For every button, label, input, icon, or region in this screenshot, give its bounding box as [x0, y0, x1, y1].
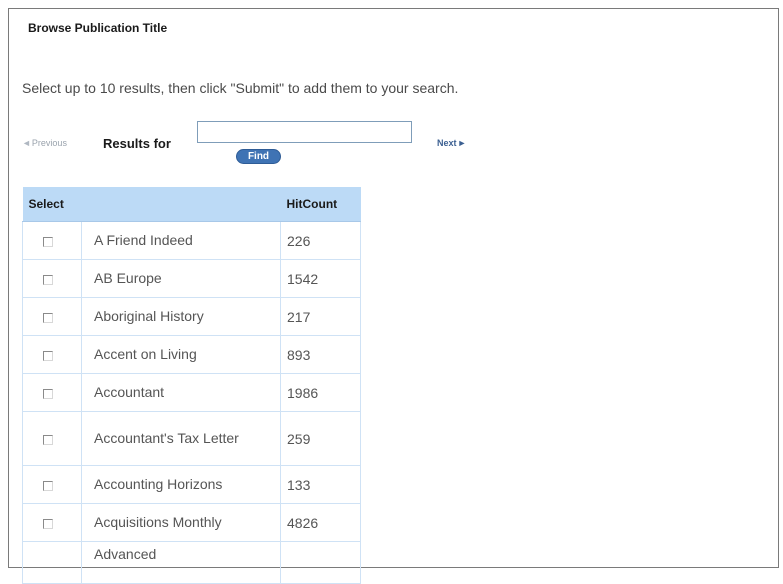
hitcount-cell: 4826 [280, 503, 361, 542]
table-row: Accountant's Tax Letter 259 [22, 411, 361, 466]
title-cell: Accountant's Tax Letter [81, 411, 281, 466]
arrow-right-icon: ► [457, 138, 467, 148]
find-button[interactable]: Find [236, 149, 281, 164]
select-cell [22, 259, 82, 298]
table-row: Advanced [22, 541, 361, 584]
header-hitcount: HitCount [280, 187, 361, 222]
table-row: AB Europe 1542 [22, 259, 361, 298]
select-cell [22, 541, 82, 584]
select-checkbox[interactable] [43, 274, 53, 285]
hitcount-cell: 259 [280, 411, 361, 466]
select-checkbox[interactable] [43, 350, 53, 361]
select-checkbox[interactable] [43, 388, 53, 399]
select-cell [22, 297, 82, 336]
select-checkbox[interactable] [43, 434, 53, 445]
select-cell [22, 503, 82, 542]
instructions-text: Select up to 10 results, then click "Sub… [22, 80, 459, 96]
previous-label: Previous [31, 138, 67, 148]
title-cell: Aboriginal History [81, 297, 281, 336]
title-cell: A Friend Indeed [81, 221, 281, 260]
select-checkbox[interactable] [43, 236, 53, 247]
page-title: Browse Publication Title [28, 21, 168, 35]
previous-link[interactable]: ◄Previous [22, 138, 67, 148]
hitcount-cell: 226 [280, 221, 361, 260]
table-header-row: Select HitCount [22, 187, 361, 222]
select-cell [22, 221, 82, 260]
next-link[interactable]: Next► [437, 138, 466, 148]
title-cell: Accounting Horizons [81, 465, 281, 504]
hitcount-cell: 133 [280, 465, 361, 504]
table-row: A Friend Indeed 226 [22, 221, 361, 260]
hitcount-cell [280, 541, 361, 584]
select-cell [22, 411, 82, 466]
hitcount-cell: 1542 [280, 259, 361, 298]
select-checkbox[interactable] [43, 312, 53, 323]
arrow-left-icon: ◄ [22, 138, 31, 148]
title-cell: AB Europe [81, 259, 281, 298]
header-select: Select [22, 187, 82, 222]
select-checkbox[interactable] [43, 518, 53, 529]
select-cell [22, 373, 82, 412]
table-row: Accountant 1986 [22, 373, 361, 412]
table-row: Acquisitions Monthly 4826 [22, 503, 361, 542]
table-row: Accent on Living 893 [22, 335, 361, 374]
title-cell: Accent on Living [81, 335, 281, 374]
header-title [81, 187, 281, 222]
title-cell: Acquisitions Monthly [81, 503, 281, 542]
hitcount-cell: 893 [280, 335, 361, 374]
select-cell [22, 335, 82, 374]
next-label: Next [437, 138, 457, 148]
table-row: Accounting Horizons 133 [22, 465, 361, 504]
hitcount-cell: 1986 [280, 373, 361, 412]
results-for-label: Results for [103, 136, 171, 151]
title-cell: Advanced [81, 541, 281, 584]
results-for-input[interactable] [197, 121, 412, 143]
results-table: Select HitCount A Friend Indeed 226 AB E… [22, 187, 361, 584]
select-cell [22, 465, 82, 504]
select-checkbox[interactable] [43, 480, 53, 491]
title-cell: Accountant [81, 373, 281, 412]
hitcount-cell: 217 [280, 297, 361, 336]
table-row: Aboriginal History 217 [22, 297, 361, 336]
